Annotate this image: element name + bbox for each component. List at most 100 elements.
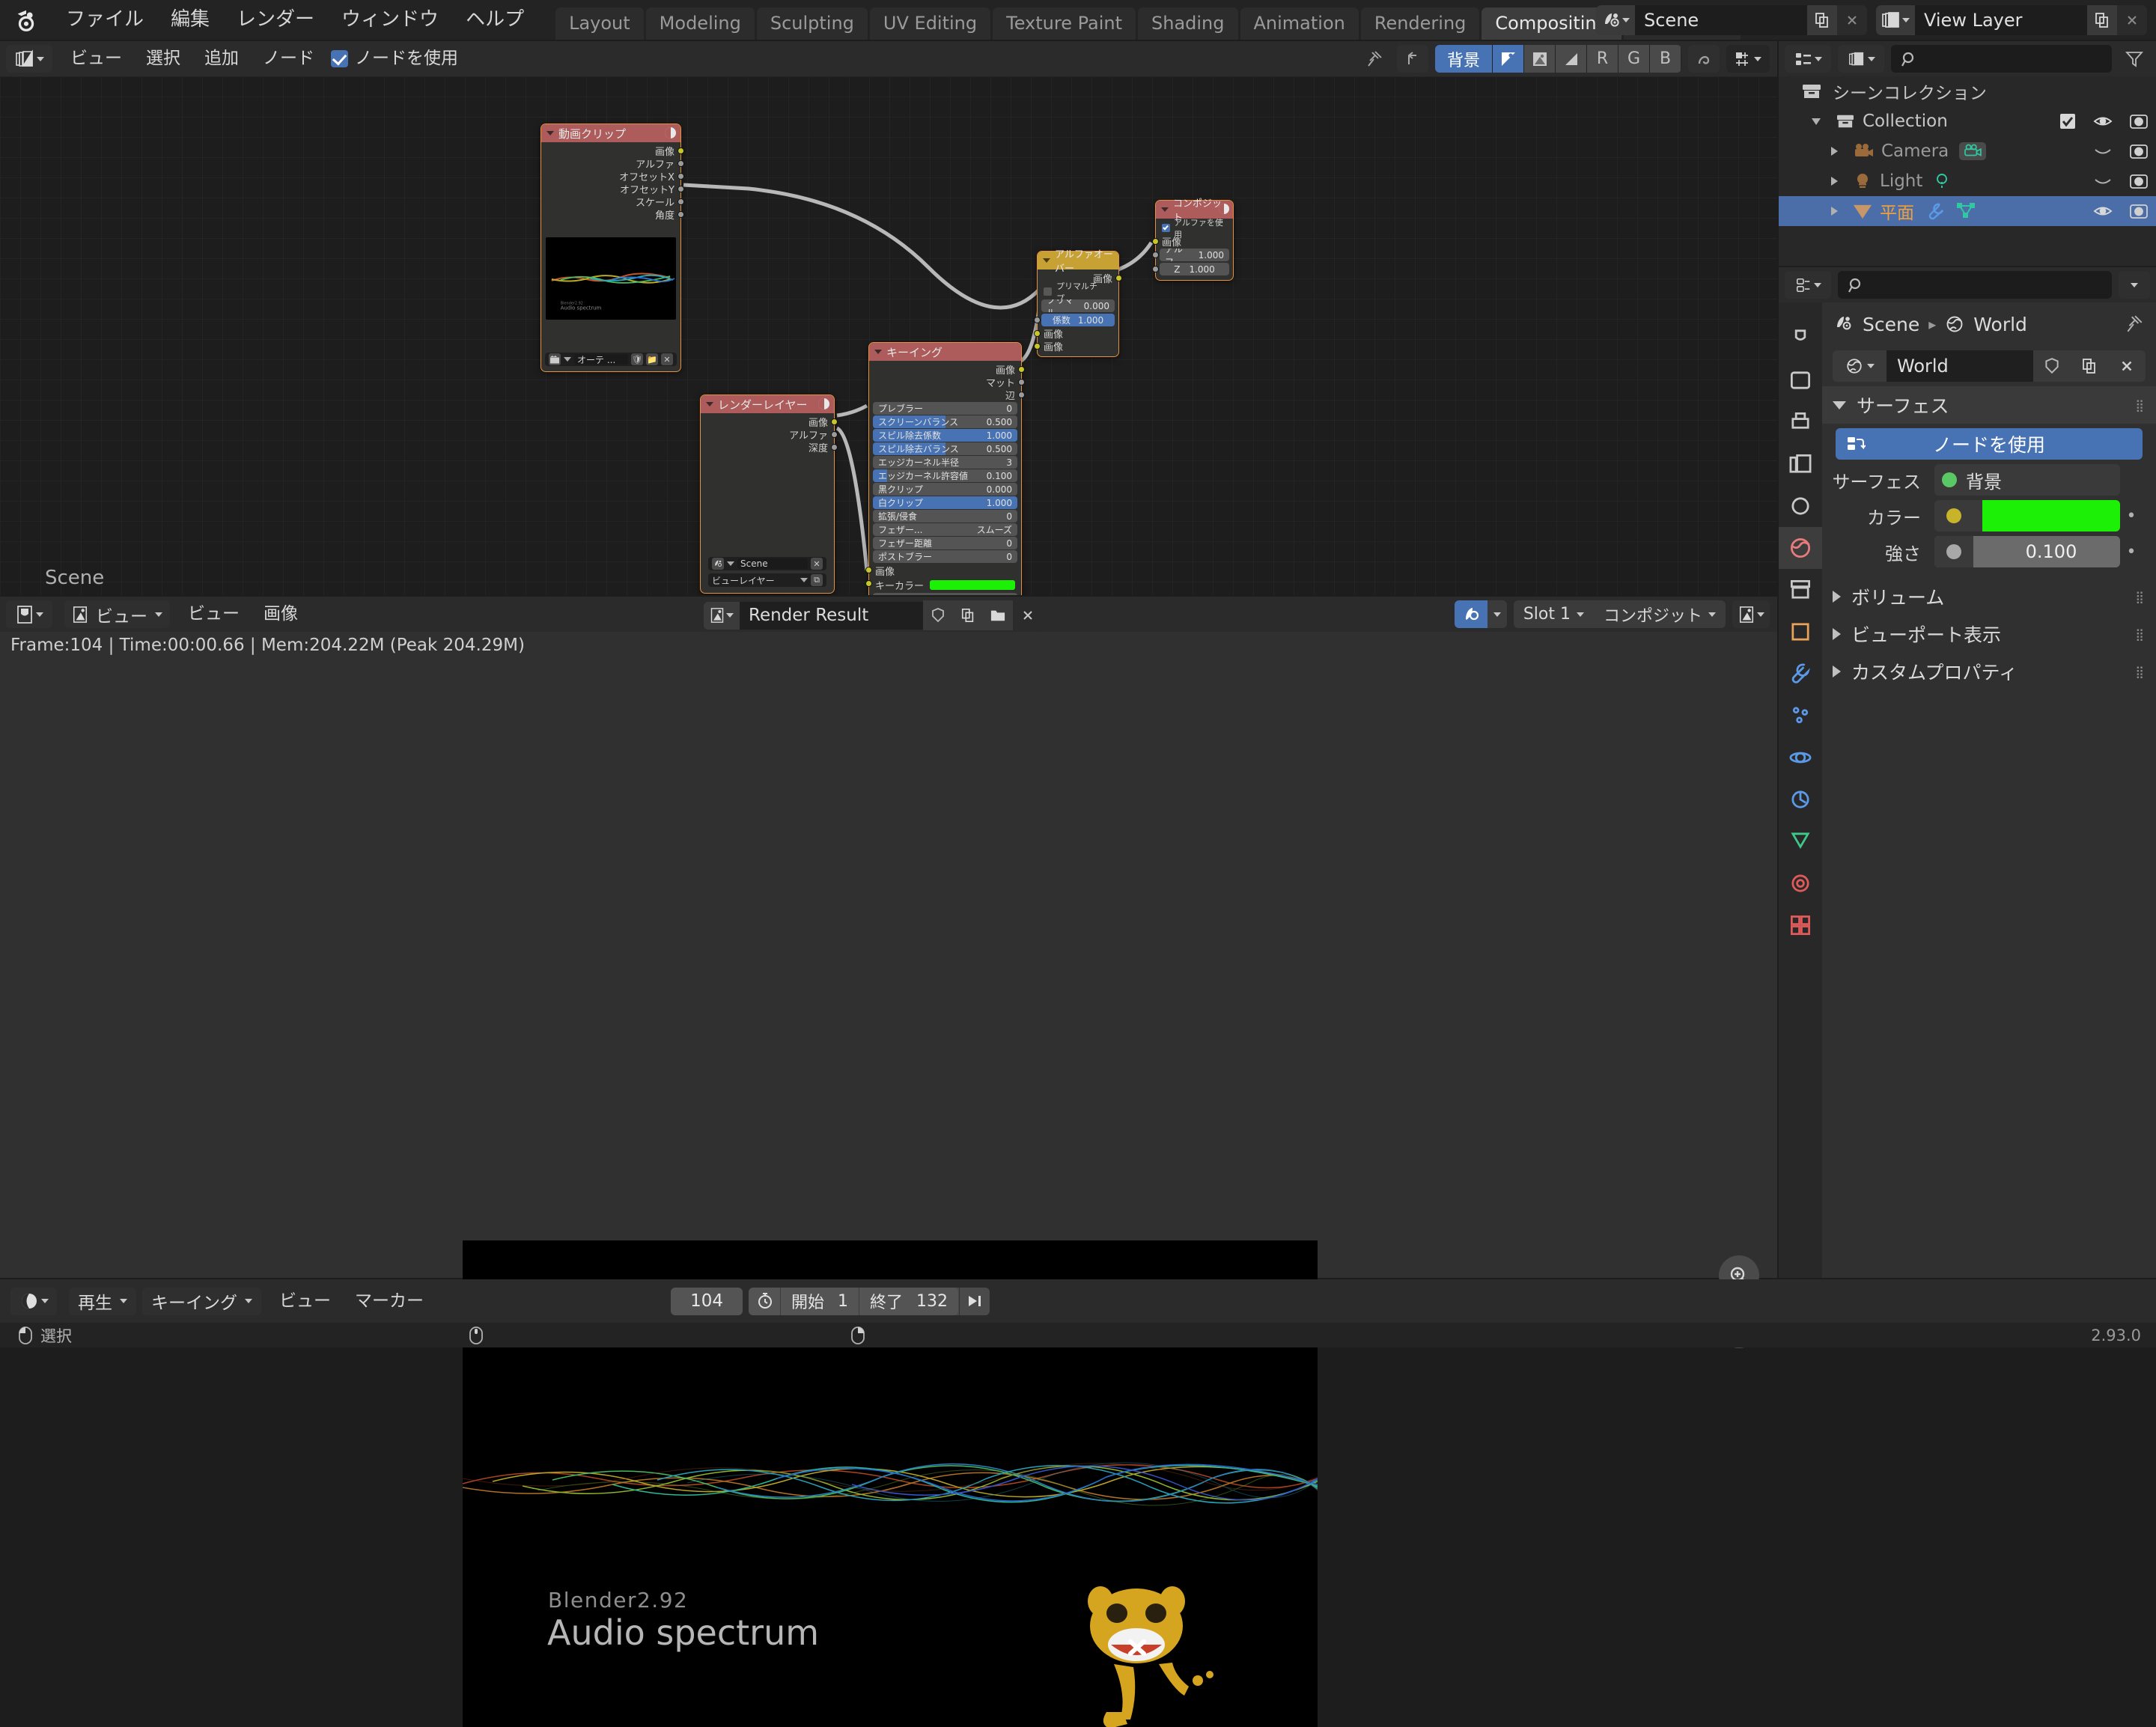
scene-value[interactable]: Scene — [737, 558, 808, 569]
keying-prop-field[interactable]: エッジカーネル半径 3 — [873, 456, 1017, 469]
socket-depth[interactable] — [831, 444, 838, 451]
z-field[interactable]: Z 1.000 — [1160, 263, 1229, 275]
new-viewlayer-icon[interactable]: ⧉ — [811, 574, 823, 586]
exclude-checkbox[interactable] — [2059, 112, 2077, 130]
world-name[interactable]: World — [1886, 350, 2033, 382]
render-tab[interactable] — [1779, 359, 1822, 401]
timeline-menu-marker[interactable]: マーカー — [343, 1284, 436, 1319]
channel-g-button[interactable]: G — [1618, 45, 1650, 73]
render-camera-icon[interactable] — [2129, 142, 2149, 160]
socket-angle[interactable] — [677, 211, 684, 218]
clip-name[interactable]: オーテ ... — [574, 354, 628, 365]
mesh-data-icon[interactable] — [1956, 203, 1976, 219]
input-key-color[interactable]: キーカラー — [865, 577, 1021, 592]
fake-user-icon[interactable]: 🛡 — [631, 353, 643, 365]
object-tab[interactable] — [1779, 611, 1822, 653]
pin-icon[interactable] — [1359, 45, 1390, 73]
output-image[interactable]: 画像 — [701, 415, 838, 429]
new-viewlayer-button[interactable] — [2087, 5, 2117, 35]
image-canvas[interactable] — [0, 664, 1777, 1348]
visibility-eye-icon[interactable] — [2093, 204, 2113, 219]
socket-z[interactable] — [1152, 266, 1159, 272]
keying-prop-field[interactable]: 白クリップ 1.000 — [873, 496, 1017, 509]
timeline-editor-icon[interactable] — [10, 1287, 57, 1315]
node-preview-icon[interactable] — [665, 127, 676, 138]
panel-drag-handle[interactable]: ⣿ — [2135, 665, 2146, 679]
collapse-icon[interactable] — [706, 402, 713, 406]
viewlayer-dropdown[interactable]: ビューレイヤー ⧉ — [708, 573, 826, 587]
image-menu-image[interactable]: 画像 — [252, 597, 310, 632]
chevron-down-icon[interactable] — [2119, 271, 2150, 299]
modifier-tab[interactable] — [1779, 653, 1822, 695]
collapsed-panel[interactable]: ビューポート表示 ⣿ — [1822, 615, 2156, 653]
output-image[interactable]: 画像 — [541, 144, 684, 158]
light-object-icon[interactable] — [1853, 172, 1872, 190]
factor-field[interactable]: 係数 1.000 — [1041, 314, 1115, 326]
scene-selector[interactable]: Scene — [1596, 5, 1867, 35]
workspace-tab-animation[interactable]: Animation — [1240, 7, 1359, 40]
socket-image[interactable] — [1152, 238, 1159, 245]
chevron-down-icon[interactable] — [1833, 400, 1846, 409]
node-composite[interactable]: コンポジット アルファを使用 画像 アルフ 1.000 — [1152, 198, 1234, 281]
outliner-scene-collection[interactable]: シーンコレクション — [1779, 76, 2156, 106]
node-header[interactable]: アルファオーバー — [1038, 249, 1118, 275]
socket-key-color[interactable] — [865, 580, 872, 587]
workspace-tab-texture-paint[interactable]: Texture Paint — [993, 7, 1136, 40]
camera-data-icon[interactable] — [1959, 142, 1987, 160]
mesh-object-icon[interactable] — [1853, 202, 1872, 220]
movieclip-icon[interactable] — [549, 353, 561, 365]
open-clip-icon[interactable]: 📁 — [646, 353, 658, 365]
material-tab[interactable] — [1779, 862, 1822, 904]
strength-value[interactable]: 0.100 — [1982, 541, 2120, 562]
scene-icon[interactable] — [712, 558, 724, 570]
pin-icon[interactable] — [2125, 314, 2144, 334]
node-alpha-over[interactable]: アルファオーバー 画像 プリマルチプ... プリマル 0.000 係数 1.00… — [1034, 249, 1122, 357]
viewlayer-value[interactable]: ビューレイヤー — [712, 574, 797, 587]
workspace-tab-shading[interactable]: Shading — [1138, 7, 1238, 40]
copy-icon[interactable] — [953, 600, 983, 630]
shield-icon[interactable] — [923, 600, 953, 630]
compositor-editor-icon[interactable] — [6, 45, 52, 73]
output-scale[interactable]: スケール — [541, 195, 684, 209]
node-preview-icon[interactable] — [1219, 204, 1229, 214]
collapsed-panel[interactable]: カスタムプロパティ ⣿ — [1822, 653, 2156, 690]
expand-toggle[interactable] — [1812, 118, 1821, 125]
checkbox[interactable] — [1044, 287, 1052, 296]
scene-tab[interactable] — [1779, 485, 1822, 527]
unlink-clip-icon[interactable]: ✕ — [661, 353, 673, 365]
socket-image-2[interactable] — [1034, 343, 1041, 350]
convert-premul-checkbox[interactable]: プリマルチプ... — [1038, 281, 1118, 303]
filter-icon[interactable] — [2119, 45, 2150, 73]
image-editor-icon[interactable] — [6, 600, 52, 628]
strength-field[interactable]: 0.100 — [1934, 536, 2120, 567]
socket-alpha[interactable] — [831, 431, 838, 438]
copy-icon[interactable] — [2071, 350, 2108, 382]
node-movie-clip[interactable]: 動画クリップ 画像 アルファ オフセットX オフセットY スケール 角度 Ble… — [540, 124, 684, 372]
color-icon[interactable] — [1524, 45, 1556, 73]
output-edges[interactable]: 辺 — [869, 389, 1025, 402]
tool-tab[interactable] — [1779, 317, 1822, 359]
visibility-eye-icon[interactable] — [2093, 144, 2113, 159]
output-tab[interactable] — [1779, 401, 1822, 443]
socket-image-1[interactable] — [1034, 330, 1041, 337]
render-display-mode[interactable] — [1454, 600, 1507, 628]
shield-icon[interactable] — [2033, 350, 2071, 382]
go-to-parent-icon[interactable] — [1396, 45, 1428, 73]
node-header[interactable]: キーイング — [869, 343, 1021, 361]
snap-magnet-icon[interactable] — [1688, 45, 1720, 73]
socket-offset-x[interactable] — [677, 173, 684, 180]
collapsed-panel[interactable]: ボリューム ⣿ — [1822, 578, 2156, 615]
visibility-eye-icon[interactable] — [2093, 114, 2113, 129]
outliner-editor-icon[interactable] — [1785, 45, 1831, 73]
socket-scale[interactable] — [677, 198, 684, 205]
workspace-tab-rendering[interactable]: Rendering — [1360, 7, 1480, 40]
strength-socket-dot[interactable] — [1934, 536, 1973, 567]
panel-drag-handle[interactable]: ⣿ — [2135, 398, 2146, 412]
camera-object-icon[interactable] — [1853, 143, 1874, 159]
properties-editor-icon[interactable] — [1785, 271, 1831, 299]
viewlayer-tab[interactable] — [1779, 443, 1822, 485]
outliner-display-icon[interactable] — [1838, 45, 1884, 73]
light-data-icon[interactable] — [1933, 173, 1951, 189]
browse-world-icon[interactable] — [1833, 350, 1886, 382]
viewlayer-name[interactable]: View Layer — [1915, 5, 2087, 35]
